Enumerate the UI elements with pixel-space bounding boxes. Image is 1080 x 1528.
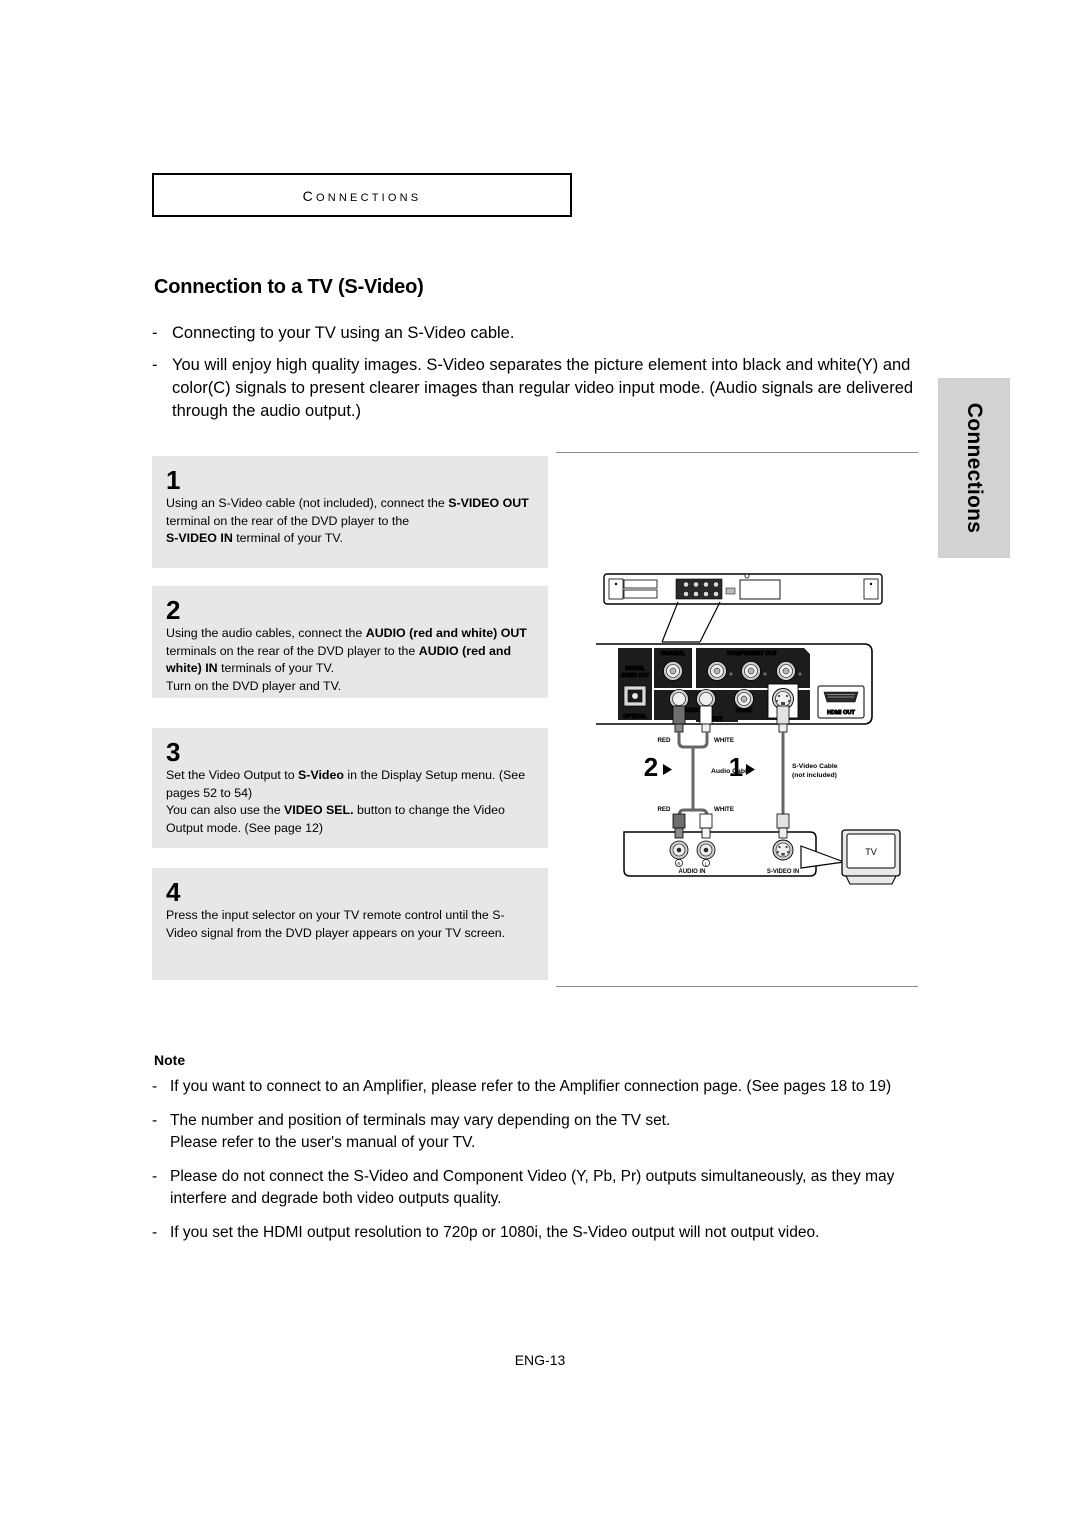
hdmi-out-port: HDMI OUT: [817, 685, 865, 719]
step-number: 2: [166, 595, 181, 625]
step-text: Press the input selector on your TV remo…: [166, 908, 506, 940]
label-component-out: COMPONENT OUT: [727, 651, 777, 657]
label-audio-cable: Audio Cable: [711, 768, 751, 775]
note-item: - If you want to connect to an Amplifier…: [152, 1076, 928, 1098]
label-white-top: WHITE: [714, 737, 734, 744]
intro-list: - Connecting to your TV using an S-Video…: [152, 322, 924, 432]
step-box-2: 2 Using the audio cables, connect the AU…: [152, 586, 548, 698]
label-hdmi-out: HDMI OUT: [827, 710, 855, 716]
step-box-3: 3 Set the Video Output to S-Video in the…: [152, 728, 548, 848]
step-number: 4: [166, 877, 181, 907]
rear-terminal-panel: DIGITAL AUDIO OUT OPTICAL COAXIAL COMPON…: [596, 643, 873, 725]
label-red-top: RED: [657, 737, 671, 744]
bullet-dash: -: [152, 356, 158, 374]
bullet-dash: -: [152, 324, 158, 342]
label-digital-audio-out-line2: AUDIO OUT: [621, 673, 649, 679]
bullet-dash: -: [152, 1112, 158, 1129]
page-title: Connection to a TV (S-Video): [154, 276, 424, 298]
bullet-dash: -: [152, 1168, 158, 1185]
note-item-text: If you set the HDMI output resolution to…: [170, 1224, 820, 1241]
divider-bottom: [556, 986, 918, 987]
label-s-video-cable-line1: S-Video Cable: [792, 763, 838, 770]
note-item-text: If you want to connect to an Amplifier, …: [170, 1078, 892, 1095]
label-optical: OPTICAL: [623, 714, 647, 720]
label-s-video-cable-line2: (not included): [792, 772, 837, 779]
bullet-dash: -: [152, 1078, 158, 1095]
bullet-dash: -: [152, 1224, 158, 1241]
label-white-bottom: WHITE: [714, 806, 734, 813]
note-item: - If you set the HDMI output resolution …: [152, 1222, 928, 1244]
intro-item: - Connecting to your TV using an S-Video…: [152, 322, 924, 345]
divider-top: [556, 452, 918, 453]
diagram-step-marker-1: 1: [729, 752, 743, 782]
chapter-header-label: Connections: [302, 183, 422, 206]
step-text: Set the Video Output to S-Video in the D…: [166, 768, 526, 835]
dvd-rear-strip: [603, 573, 883, 605]
zoom-callout: [661, 601, 721, 643]
note-item: - The number and position of terminals m…: [152, 1110, 928, 1154]
label-audio: AUDIO: [683, 708, 700, 714]
label-coaxial: COAXIAL: [661, 651, 686, 657]
coaxial-jack: [663, 661, 683, 681]
step-number: 1: [166, 465, 181, 495]
intro-item: - You will enjoy high quality images. S-…: [152, 354, 924, 423]
label-video: VIDEO: [736, 708, 753, 714]
tv-s-video-in: [772, 839, 794, 861]
label-red-bottom: RED: [657, 806, 671, 813]
step-number: 3: [166, 737, 181, 767]
label-digital-audio-out-line1: DIGITAL: [625, 666, 645, 672]
video-out-jack: [734, 689, 754, 709]
tv-set: TV: [841, 829, 901, 885]
chapter-side-tab-label: Connections: [963, 402, 986, 534]
tv-input-panel: R L AUDIO IN S-VIDEO IN: [623, 813, 845, 877]
label-audio-in: AUDIO IN: [679, 869, 706, 875]
manual-page: Connections Connection to a TV (S-Video)…: [0, 0, 1080, 1528]
step-box-4: 4 Press the input selector on your TV re…: [152, 868, 548, 980]
marker-2-arrow: [663, 764, 672, 775]
label-tv: TV: [865, 847, 877, 857]
note-heading: Note: [154, 1052, 186, 1068]
page-footer: ENG-13: [514, 1352, 566, 1368]
component-jacks: [707, 661, 803, 681]
connection-diagram: DIGITAL AUDIO OUT OPTICAL COAXIAL COMPON…: [596, 566, 906, 916]
note-list: - If you want to connect to an Amplifier…: [152, 1076, 928, 1256]
note-item: - Please do not connect the S-Video and …: [152, 1166, 928, 1210]
note-item-text: Please do not connect the S-Video and Co…: [170, 1168, 895, 1207]
diagram-step-marker-2: 2: [644, 752, 658, 782]
label-out: OUT: [711, 717, 723, 723]
chapter-header-box: Connections: [152, 173, 572, 217]
step-text: Using an S-Video cable (not included), c…: [166, 496, 529, 545]
label-left-channel: L: [705, 861, 708, 866]
step-box-1: 1 Using an S-Video cable (not included),…: [152, 456, 548, 568]
label-s-video-in: S-VIDEO IN: [767, 869, 799, 875]
step-text: Using the audio cables, connect the AUDI…: [166, 626, 527, 693]
intro-item-text: You will enjoy high quality images. S-Vi…: [172, 356, 914, 420]
chapter-side-tab: Connections: [938, 378, 1010, 558]
note-item-text: The number and position of terminals may…: [170, 1112, 671, 1151]
intro-item-text: Connecting to your TV using an S-Video c…: [172, 324, 515, 342]
